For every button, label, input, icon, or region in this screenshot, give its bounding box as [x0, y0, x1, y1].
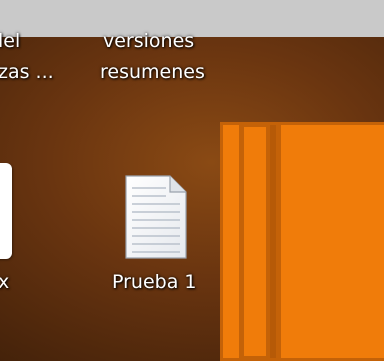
desktop-item-label-versiones-line2[interactable]: resumenes — [100, 58, 205, 87]
desktop-item-label-versiones-line1[interactable]: versiones — [103, 27, 194, 56]
desktop-item-label-left[interactable]: x — [0, 268, 9, 297]
text-document-icon[interactable] — [122, 174, 189, 262]
orange-window-stack[interactable] — [220, 122, 384, 361]
desktop-item-label-top-left-line2: zas ... — [0, 61, 54, 83]
desktop-item-label-prueba[interactable]: Prueba 1 — [112, 268, 197, 297]
partial-file-icon[interactable] — [0, 163, 12, 259]
desktop-item-label-top-left-line1: lel — [0, 30, 21, 52]
